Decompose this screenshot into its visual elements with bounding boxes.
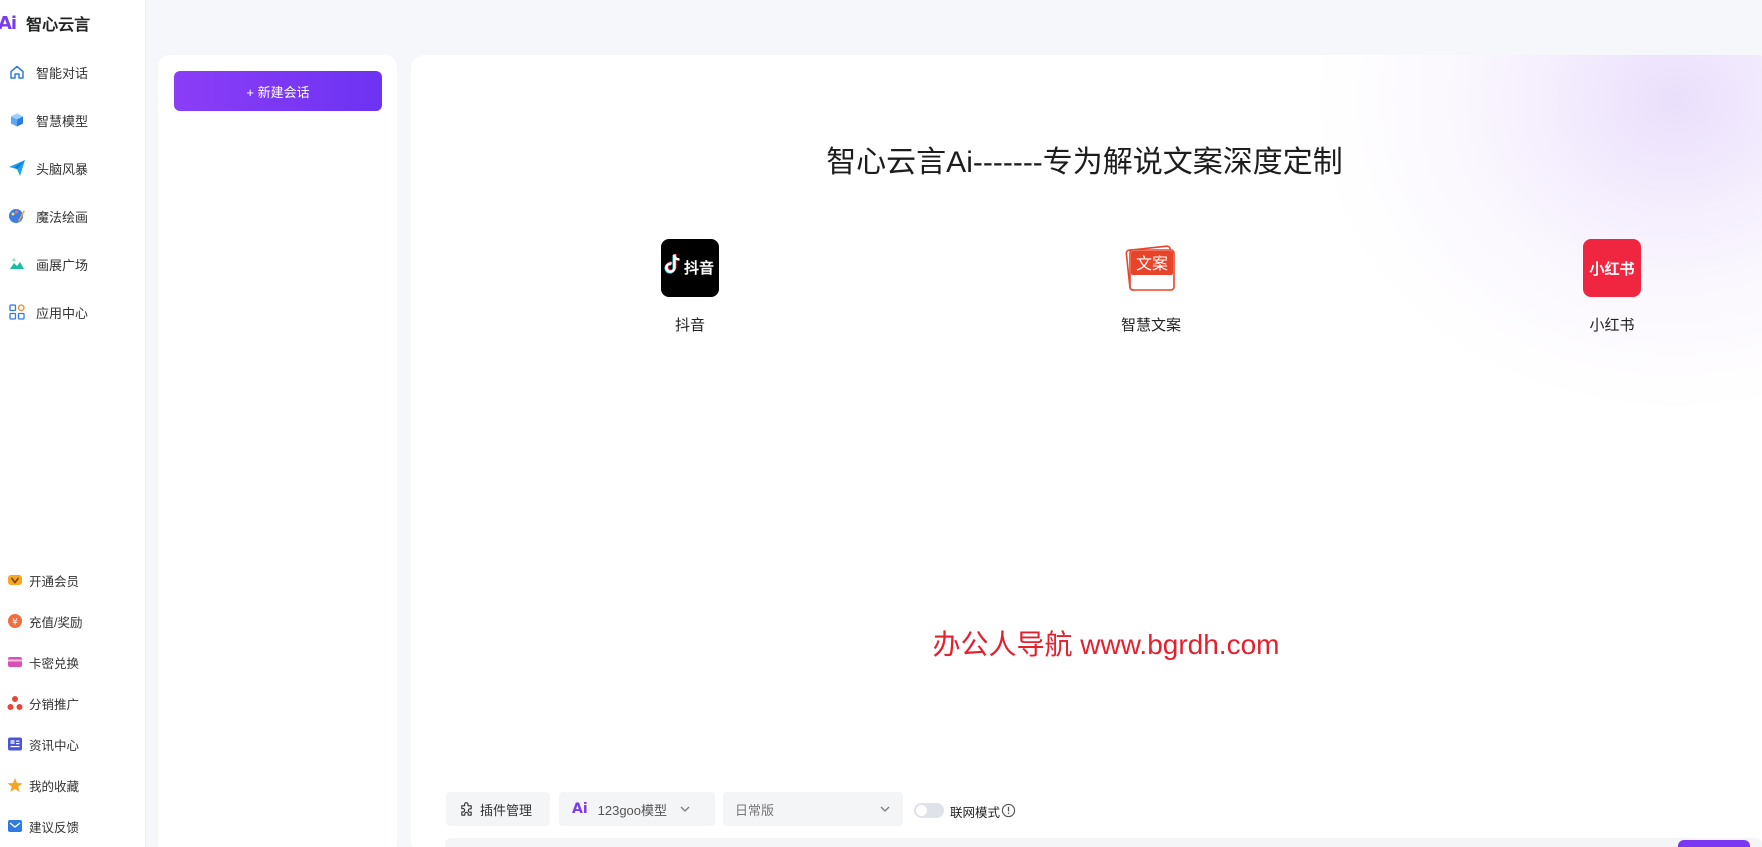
cube-icon [8,111,26,129]
coin-icon: ¥ [7,613,23,629]
sidebar-item-label: 资讯中心 [29,738,80,753]
sidebar-item-gallery[interactable]: 画展广场 [0,246,146,282]
sidebar-item-favorites[interactable]: 我的收藏 [0,770,146,800]
version-select[interactable]: 日常版 [723,792,903,826]
sidebar-item-label: 我的收藏 [29,779,80,794]
home-icon [8,63,26,81]
news-icon [7,736,23,752]
douyin-tile-text: 抖音 [684,259,714,277]
ai-model-icon: Ai [572,801,588,817]
new-chat-button[interactable]: + 新建会话 [174,71,382,111]
wenan-logo-icon: 文案 [1122,239,1180,297]
sidebar-item-label: 分销推广 [29,697,80,712]
puzzle-icon [459,801,474,817]
sidebar-item-label: 卡密兑换 [29,656,80,671]
app-douyin[interactable]: 抖音 抖音 [630,239,750,335]
sidebar-item-label: 头脑风暴 [36,161,89,177]
sidebar-item-label: 智能对话 [36,65,89,81]
image-icon [8,255,26,273]
app-xiaohongshu[interactable]: 小红书 小红书 [1552,239,1672,335]
vip-icon [7,572,23,588]
app-label: 抖音 [674,317,705,334]
watermark-text: 办公人导航 www.bgrdh.com [932,629,1280,660]
brand[interactable]: Ai 智心云言 [0,10,90,36]
douyin-logo-icon: 抖音 [661,239,719,297]
plugin-manager-label: 插件管理 [480,802,533,818]
model-select-label: 123goo模型 [597,802,668,818]
xiaohongshu-tile-text: 小红书 [1589,260,1634,278]
sidebar-item-news[interactable]: 资讯中心 [0,729,146,759]
ai-logo-icon: Ai [0,12,17,34]
sidebar-item-label: 开通会员 [29,574,80,589]
app-label: 小红书 [1589,317,1635,334]
card-icon [7,654,23,670]
version-select-label: 日常版 [735,802,775,818]
apps-grid-icon [8,303,26,321]
chevron-down-icon [679,803,691,815]
app-label: 智慧文案 [1120,317,1181,334]
chevron-down-icon [879,803,891,815]
send-button[interactable] [1678,840,1750,847]
xiaohongshu-logo-icon: 小红书 [1583,239,1641,297]
sidebar-item-label: 智慧模型 [36,113,89,129]
sidebar-item-feedback[interactable]: 建议反馈 [0,811,146,841]
chat-input-area[interactable] [445,838,1762,847]
page-title: 智心云言Ai-------专为解说文案深度定制 [826,146,1343,179]
sidebar-item-recharge[interactable]: ¥ 充值/奖励 [0,606,146,636]
app-wenan[interactable]: 文案 智慧文案 [1091,239,1211,335]
svg-text:¥: ¥ [12,618,18,628]
sidebar-item-distribution[interactable]: 分销推广 [0,688,146,718]
left-sidebar: Ai 智心云言 智能对话 智慧模型 头脑风暴 魔法绘画 画展广场 应用中心 开通… [0,0,146,847]
feedback-icon [7,818,23,834]
sidebar-item-apps[interactable]: 应用中心 [0,294,146,330]
main-panel: 智心云言Ai-------专为解说文案深度定制 抖音 抖音 文案 智慧文案 小红… [411,55,1762,847]
sidebar-item-label: 充值/奖励 [29,615,83,630]
sidebar-item-chat[interactable]: 智能对话 [0,54,146,90]
sidebar-item-label: 画展广场 [36,257,89,273]
sidebar-item-label: 应用中心 [36,305,89,321]
wenan-tile-text: 文案 [1136,254,1168,273]
session-panel: + 新建会话 [158,55,397,847]
plugin-manager-button[interactable]: 插件管理 [446,792,550,826]
sidebar-item-label: 魔法绘画 [36,209,89,225]
network-icon [7,695,23,711]
model-select[interactable]: Ai 123goo模型 [559,792,715,826]
sidebar-item-painting[interactable]: 魔法绘画 [0,198,146,234]
sidebar-item-label: 建议反馈 [29,820,80,835]
brand-name: 智心云言 [26,17,91,34]
palette-icon [8,207,26,225]
sidebar-item-models[interactable]: 智慧模型 [0,102,146,138]
background-glow [1311,55,1762,415]
web-mode-label: 联网模式 [950,806,1001,820]
info-icon[interactable] [1001,803,1016,818]
sidebar-item-card-redeem[interactable]: 卡密兑换 [0,647,146,677]
sidebar-item-vip[interactable]: 开通会员 [0,565,146,595]
web-mode-toggle[interactable] [914,803,944,818]
sidebar-item-brainstorm[interactable]: 头脑风暴 [0,150,146,186]
paper-plane-icon [8,159,26,177]
star-icon [7,777,23,793]
